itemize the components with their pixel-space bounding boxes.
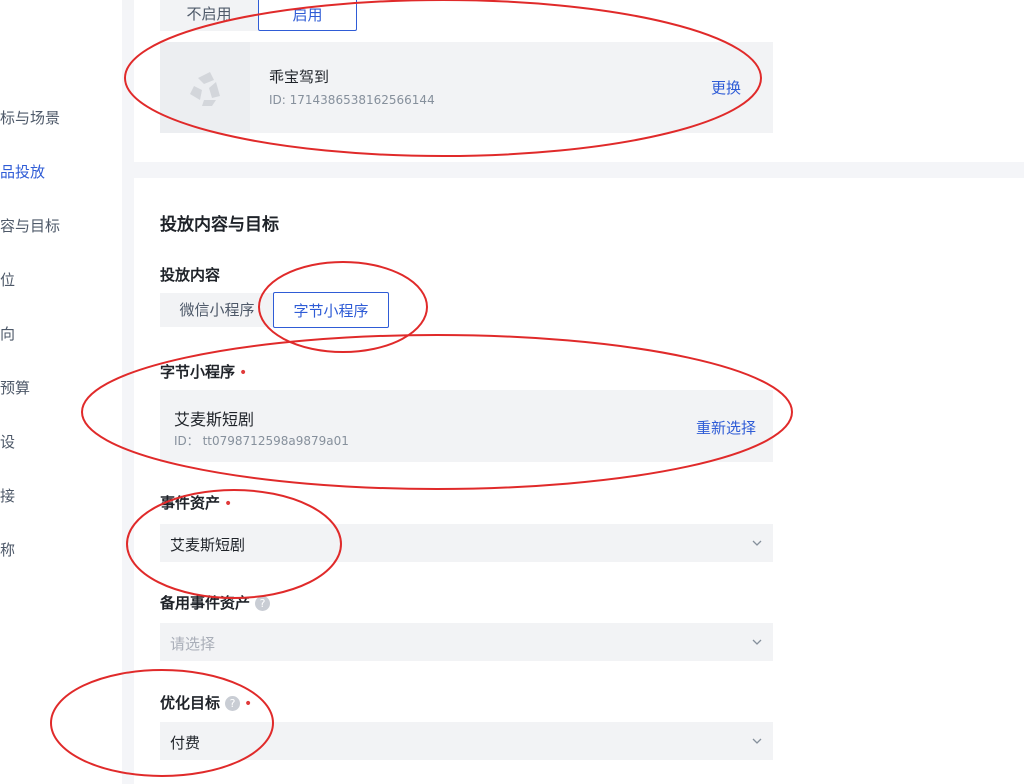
app-logo-icon (190, 72, 220, 106)
app-id: ID: 1714386538162566144 (269, 93, 435, 107)
help-icon[interactable]: ? (255, 596, 271, 611)
chevron-down-icon (752, 540, 762, 546)
content-label: 投放内容 (160, 266, 221, 284)
replace-app-link[interactable]: 更换 (711, 77, 741, 98)
miniprogram-name: 艾麦斯短剧 (174, 410, 255, 429)
app-name: 乖宝驾到 (269, 68, 330, 86)
event-asset-label-text: 事件资产 (160, 494, 221, 512)
nav-item-content-goal[interactable]: 容与目标 (0, 215, 60, 236)
nav-item-link[interactable]: 接 (0, 485, 15, 506)
required-mark: • (239, 365, 248, 381)
toggle-enable-button[interactable]: 启用 (258, 0, 357, 31)
required-mark: • (224, 496, 233, 512)
tab-bytedance-miniprogram[interactable]: 字节小程序 (273, 292, 389, 328)
toggle-disable-button[interactable]: 不启用 (160, 0, 258, 31)
help-icon[interactable]: ? (225, 696, 241, 711)
side-nav: 标与场景 品投放 容与目标 位 向 预算 设 接 称 (0, 0, 122, 784)
optimization-goal-value: 付费 (170, 734, 201, 752)
event-asset-value: 艾麦斯短剧 (170, 536, 246, 554)
product-app-card: 乖宝驾到 ID: 1714386538162566144 更换 (160, 42, 773, 133)
nav-item-target-scene[interactable]: 标与场景 (0, 107, 60, 128)
nav-item-product-delivery[interactable]: 品投放 (0, 161, 45, 182)
nav-item-settings[interactable]: 设 (0, 431, 15, 452)
nav-item-name[interactable]: 称 (0, 539, 15, 560)
backup-event-asset-select[interactable]: 请选择 (160, 623, 773, 661)
tab-wechat-miniprogram[interactable]: 微信小程序 (160, 293, 274, 327)
app-thumbnail (160, 42, 250, 133)
miniprogram-id: ID： tt0798712598a9879a01 (174, 434, 349, 448)
miniprogram-label-text: 字节小程序 (160, 363, 236, 381)
backup-event-asset-label: 备用事件资产? (160, 592, 271, 613)
nav-item-budget[interactable]: 预算 (0, 377, 30, 398)
miniprogram-card: 艾麦斯短剧 ID： tt0798712598a9879a01 重新选择 (160, 390, 773, 462)
section-title: 投放内容与目标 (160, 215, 279, 235)
nav-item-targeting[interactable]: 向 (0, 323, 15, 344)
backup-event-asset-label-text: 备用事件资产 (160, 594, 251, 612)
nav-item-placement[interactable]: 位 (0, 269, 15, 290)
chevron-down-icon (752, 639, 762, 645)
event-asset-select[interactable]: 艾麦斯短剧 (160, 524, 773, 562)
chevron-down-icon (752, 738, 762, 744)
event-asset-label: 事件资产 • (160, 492, 232, 513)
reselect-miniprogram-link[interactable]: 重新选择 (696, 417, 756, 438)
optimization-goal-label: 优化目标? • (160, 692, 252, 713)
miniprogram-label: 字节小程序 • (160, 361, 247, 382)
optimization-goal-select[interactable]: 付费 (160, 722, 773, 760)
backup-event-asset-placeholder: 请选择 (170, 635, 216, 653)
required-mark: • (244, 696, 253, 712)
optimization-goal-label-text: 优化目标 (160, 694, 221, 712)
content-goal-card (134, 178, 1024, 784)
